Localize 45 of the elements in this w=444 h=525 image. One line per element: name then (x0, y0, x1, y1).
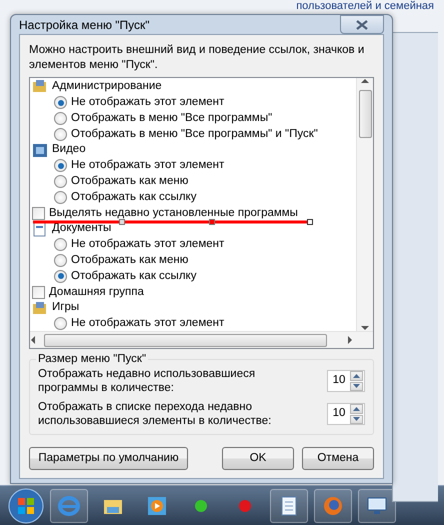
close-button[interactable] (340, 15, 384, 34)
scroll-up-icon[interactable] (361, 78, 369, 84)
category-label: Документы (52, 221, 112, 236)
horizontal-scrollbar[interactable] (30, 331, 373, 348)
category-label: Видео (52, 142, 86, 158)
background-text: пользователей и семейная (296, 0, 434, 13)
category-icon (32, 142, 48, 158)
category-label: Игры (52, 300, 80, 316)
radio-option[interactable]: Не отображать этот элемент (30, 94, 356, 111)
category-icon (32, 300, 48, 316)
radio-option[interactable]: Отображать как меню (30, 252, 356, 269)
scrollbar-thumb[interactable] (44, 334, 327, 346)
scroll-left-icon[interactable] (30, 336, 36, 344)
radio-option[interactable]: Отображать как ссылку (30, 268, 356, 284)
spinner-label: Отображать недавно использовавшиеся программы в количестве: (38, 367, 256, 395)
checkbox-option[interactable]: Выделять недавно установленные программы (30, 205, 356, 222)
radio-option[interactable]: Не отображать этот элемент (30, 158, 356, 174)
radio-option[interactable]: Отображать в меню "Все программы" и "Пуск" (30, 126, 356, 142)
radio-option[interactable]: Отображать как меню (30, 174, 356, 190)
vertical-scrollbar[interactable] (356, 78, 373, 331)
category-icon (32, 79, 48, 94)
radio-option[interactable]: Отображать как ссылку (30, 190, 356, 206)
radio-option[interactable]: Отображать в меню "Все программы" (30, 110, 356, 126)
down-arrow-icon (353, 384, 360, 388)
down-arrow-icon (353, 417, 360, 422)
close-icon (356, 20, 368, 30)
start-button[interactable] (8, 488, 44, 524)
checkbox-option[interactable]: Домашняя группа (30, 284, 356, 300)
spinner-label: Отображать в списке перехода недавно использовавшиеся элементы в количестве: (38, 400, 272, 428)
scroll-right-icon[interactable] (347, 336, 353, 344)
radio-option[interactable]: Не отображать этот элемент (30, 316, 356, 331)
window-title: Настройка меню "Пуск" (19, 16, 150, 34)
up-arrow-icon (353, 374, 360, 378)
description-text: Можно настроить внешний вид и поведение ссылок, значков и элементов меню "Пуск". (29, 43, 366, 73)
up-arrow-icon (353, 406, 360, 411)
category-icon (32, 222, 48, 237)
dialog-button[interactable]: Параметры по умолчанию (29, 447, 188, 470)
group-title: Размер меню "Пуск" (36, 352, 148, 366)
dialog-button[interactable]: Отмена (302, 447, 374, 470)
number-spinner[interactable]: 10 (327, 403, 365, 425)
dialog-button[interactable]: OK (222, 447, 294, 470)
number-spinner[interactable]: 10 (327, 370, 365, 392)
scrollbar-thumb[interactable] (358, 90, 372, 138)
radio-option[interactable]: Не отображать этот элемент (30, 236, 356, 253)
category-label: Администрирование (52, 79, 162, 94)
